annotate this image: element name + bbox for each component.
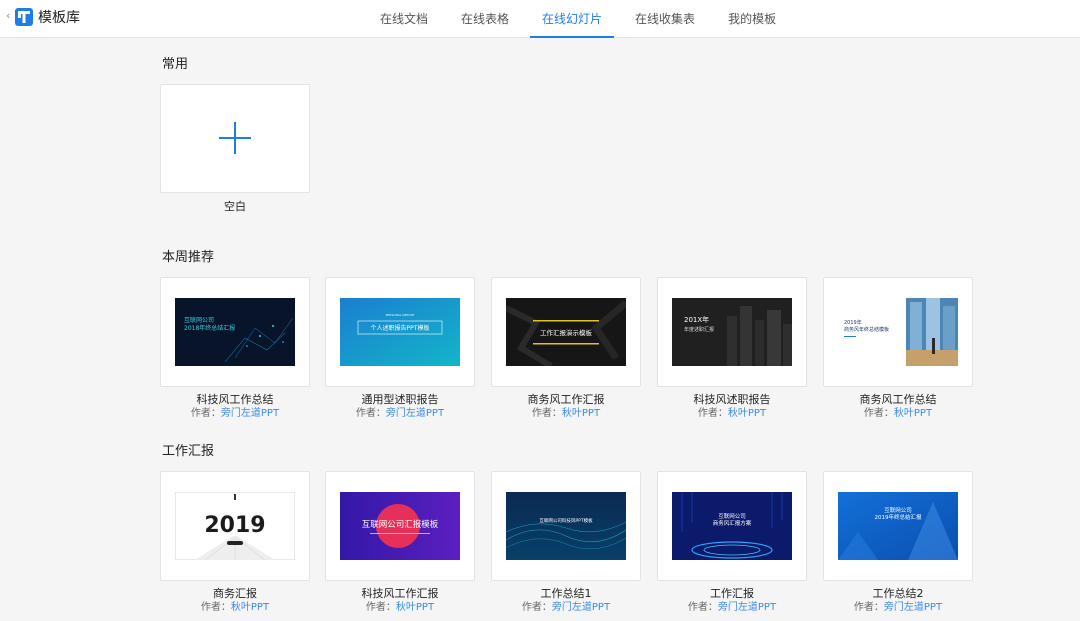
author-label: 作者： — [531, 408, 562, 419]
template-card[interactable]: 互联网公司 商务风汇报方案 — [657, 471, 807, 581]
thumb-text: 个人述职报告PPT模板 — [371, 324, 430, 332]
author-label: 作者： — [687, 602, 718, 613]
template-card[interactable]: 201X年 年度述职汇报 — [657, 277, 807, 387]
template-thumbnail: 互联网公司 商务风汇报方案 — [672, 492, 792, 560]
template-author: 作者：秋叶PPT — [325, 601, 475, 614]
template-card[interactable]: 互联网公司汇报模板 — [325, 471, 475, 581]
author-label: 作者： — [355, 408, 386, 419]
template-card[interactable]: 2019年 商务风年终总结模板 — [823, 277, 973, 387]
section-title-work: 工作汇报 — [162, 444, 215, 459]
thumb-text: PERSONAL REPORT — [386, 313, 415, 317]
template-name: 科技风工作汇报 — [361, 587, 439, 600]
author-link[interactable]: 旁门左道PPT — [884, 602, 942, 613]
template-name: 商务汇报 — [213, 587, 257, 600]
template-name: 科技风工作总结 — [196, 393, 274, 406]
thumb-text: 互联网公司汇报模板 — [362, 519, 439, 530]
tab-bar: 在线文档 在线表格 在线幻灯片 在线收集表 我的模板 — [368, 0, 797, 38]
author-label: 作者： — [697, 408, 728, 419]
thumb-text: 2018年终总结汇报 — [184, 324, 235, 332]
author-label: 作者： — [853, 602, 884, 613]
template-author: 作者：旁门左道PPT — [160, 407, 310, 420]
author-label: 作者： — [521, 602, 552, 613]
template-thumbnail: 2019年 商务风年终总结模板 — [838, 298, 958, 366]
template-card[interactable]: 互联网公司 2019年终总结汇报 — [823, 471, 973, 581]
template-thumbnail: 201X年 年度述职汇报 — [672, 298, 792, 366]
template-card[interactable]: 互联网公司科技风PPT模板 — [491, 471, 641, 581]
section-title-common: 常用 — [162, 57, 189, 72]
template-author: 作者：秋叶PPT — [823, 407, 973, 420]
thumb-text: 商务风年终总结模板 — [844, 326, 889, 333]
template-card[interactable]: 2019 — [160, 471, 310, 581]
template-author: 作者：旁门左道PPT — [491, 601, 641, 614]
template-name: 商务风工作总结 — [859, 393, 937, 406]
template-author: 作者：旁门左道PPT — [325, 407, 475, 420]
author-link[interactable]: 秋叶PPT — [728, 408, 766, 419]
author-label: 作者： — [200, 602, 231, 613]
template-name: 工作汇报 — [710, 587, 754, 600]
author-link[interactable]: 秋叶PPT — [894, 408, 932, 419]
author-link[interactable]: 秋叶PPT — [562, 408, 600, 419]
template-author: 作者：旁门左道PPT — [823, 601, 973, 614]
author-link[interactable]: 旁门左道PPT — [221, 408, 279, 419]
template-name: 商务风工作汇报 — [527, 393, 605, 406]
template-thumbnail: PERSONAL REPORT 个人述职报告PPT模板 — [340, 298, 460, 366]
template-card[interactable]: 互联网公司 2018年终总结汇报 — [160, 277, 310, 387]
author-label: 作者： — [190, 408, 221, 419]
author-link[interactable]: 旁门左道PPT — [386, 408, 444, 419]
template-card[interactable]: PERSONAL REPORT 个人述职报告PPT模板 — [325, 277, 475, 387]
thumb-text: 2019 — [204, 513, 265, 538]
thumb-text: 2019年终总结汇报 — [875, 513, 922, 521]
thumb-text: 互联网公司 — [718, 512, 746, 520]
thumb-text: 互联网公司科技风PPT模板 — [539, 517, 593, 524]
template-author: 作者：秋叶PPT — [491, 407, 641, 420]
author-link[interactable]: 秋叶PPT — [396, 602, 434, 613]
template-name: 通用型述职报告 — [361, 393, 439, 406]
thumb-text: 互联网公司 — [184, 316, 214, 324]
tab-online-doc[interactable]: 在线文档 — [368, 0, 440, 38]
thumb-text: 201X年 — [684, 315, 709, 324]
author-link[interactable]: 旁门左道PPT — [552, 602, 610, 613]
tab-online-sheet[interactable]: 在线表格 — [449, 0, 521, 38]
plus-icon-vertical — [234, 122, 236, 154]
template-card[interactable]: 工作汇报演示模板 — [491, 277, 641, 387]
author-link[interactable]: 旁门左道PPT — [718, 602, 776, 613]
app-title: 模板库 — [38, 10, 80, 26]
template-name: 工作总结1 — [540, 587, 592, 600]
blank-template-label: 空白 — [224, 200, 246, 213]
template-thumbnail: 2019 — [175, 492, 295, 560]
template-name: 科技风述职报告 — [693, 393, 771, 406]
thumb-text: 2019年 — [844, 319, 862, 326]
template-name: 工作总结2 — [872, 587, 924, 600]
template-thumbnail: 互联网公司汇报模板 — [340, 492, 460, 560]
template-thumbnail: 互联网公司 2019年终总结汇报 — [838, 492, 958, 560]
template-author: 作者：秋叶PPT — [657, 407, 807, 420]
thumb-text: 互联网公司 — [884, 506, 912, 514]
thumb-text: 商务风汇报方案 — [713, 519, 752, 527]
template-thumbnail: 互联网公司 2018年终总结汇报 — [175, 298, 295, 366]
tab-online-slides[interactable]: 在线幻灯片 — [530, 0, 615, 38]
tab-online-form[interactable]: 在线收集表 — [623, 0, 707, 38]
template-author: 作者：旁门左道PPT — [657, 601, 807, 614]
author-label: 作者： — [863, 408, 894, 419]
section-title-weekly: 本周推荐 — [162, 250, 215, 265]
template-thumbnail: 互联网公司科技风PPT模板 — [506, 492, 626, 560]
blank-template-card[interactable] — [160, 84, 310, 193]
back-arrow-icon[interactable]: ‹ — [6, 9, 10, 23]
template-logo-icon[interactable] — [15, 8, 33, 26]
top-bar: ‹ 模板库 在线文档 在线表格 在线幻灯片 在线收集表 我的模板 — [0, 0, 1080, 38]
tab-my-templates[interactable]: 我的模板 — [716, 0, 788, 38]
template-thumbnail: 工作汇报演示模板 — [506, 298, 626, 366]
thumb-text: 年度述职汇报 — [684, 326, 714, 333]
author-link[interactable]: 秋叶PPT — [231, 602, 269, 613]
template-author: 作者：秋叶PPT — [160, 601, 310, 614]
thumb-text: 工作汇报演示模板 — [540, 328, 593, 337]
author-label: 作者： — [365, 602, 396, 613]
